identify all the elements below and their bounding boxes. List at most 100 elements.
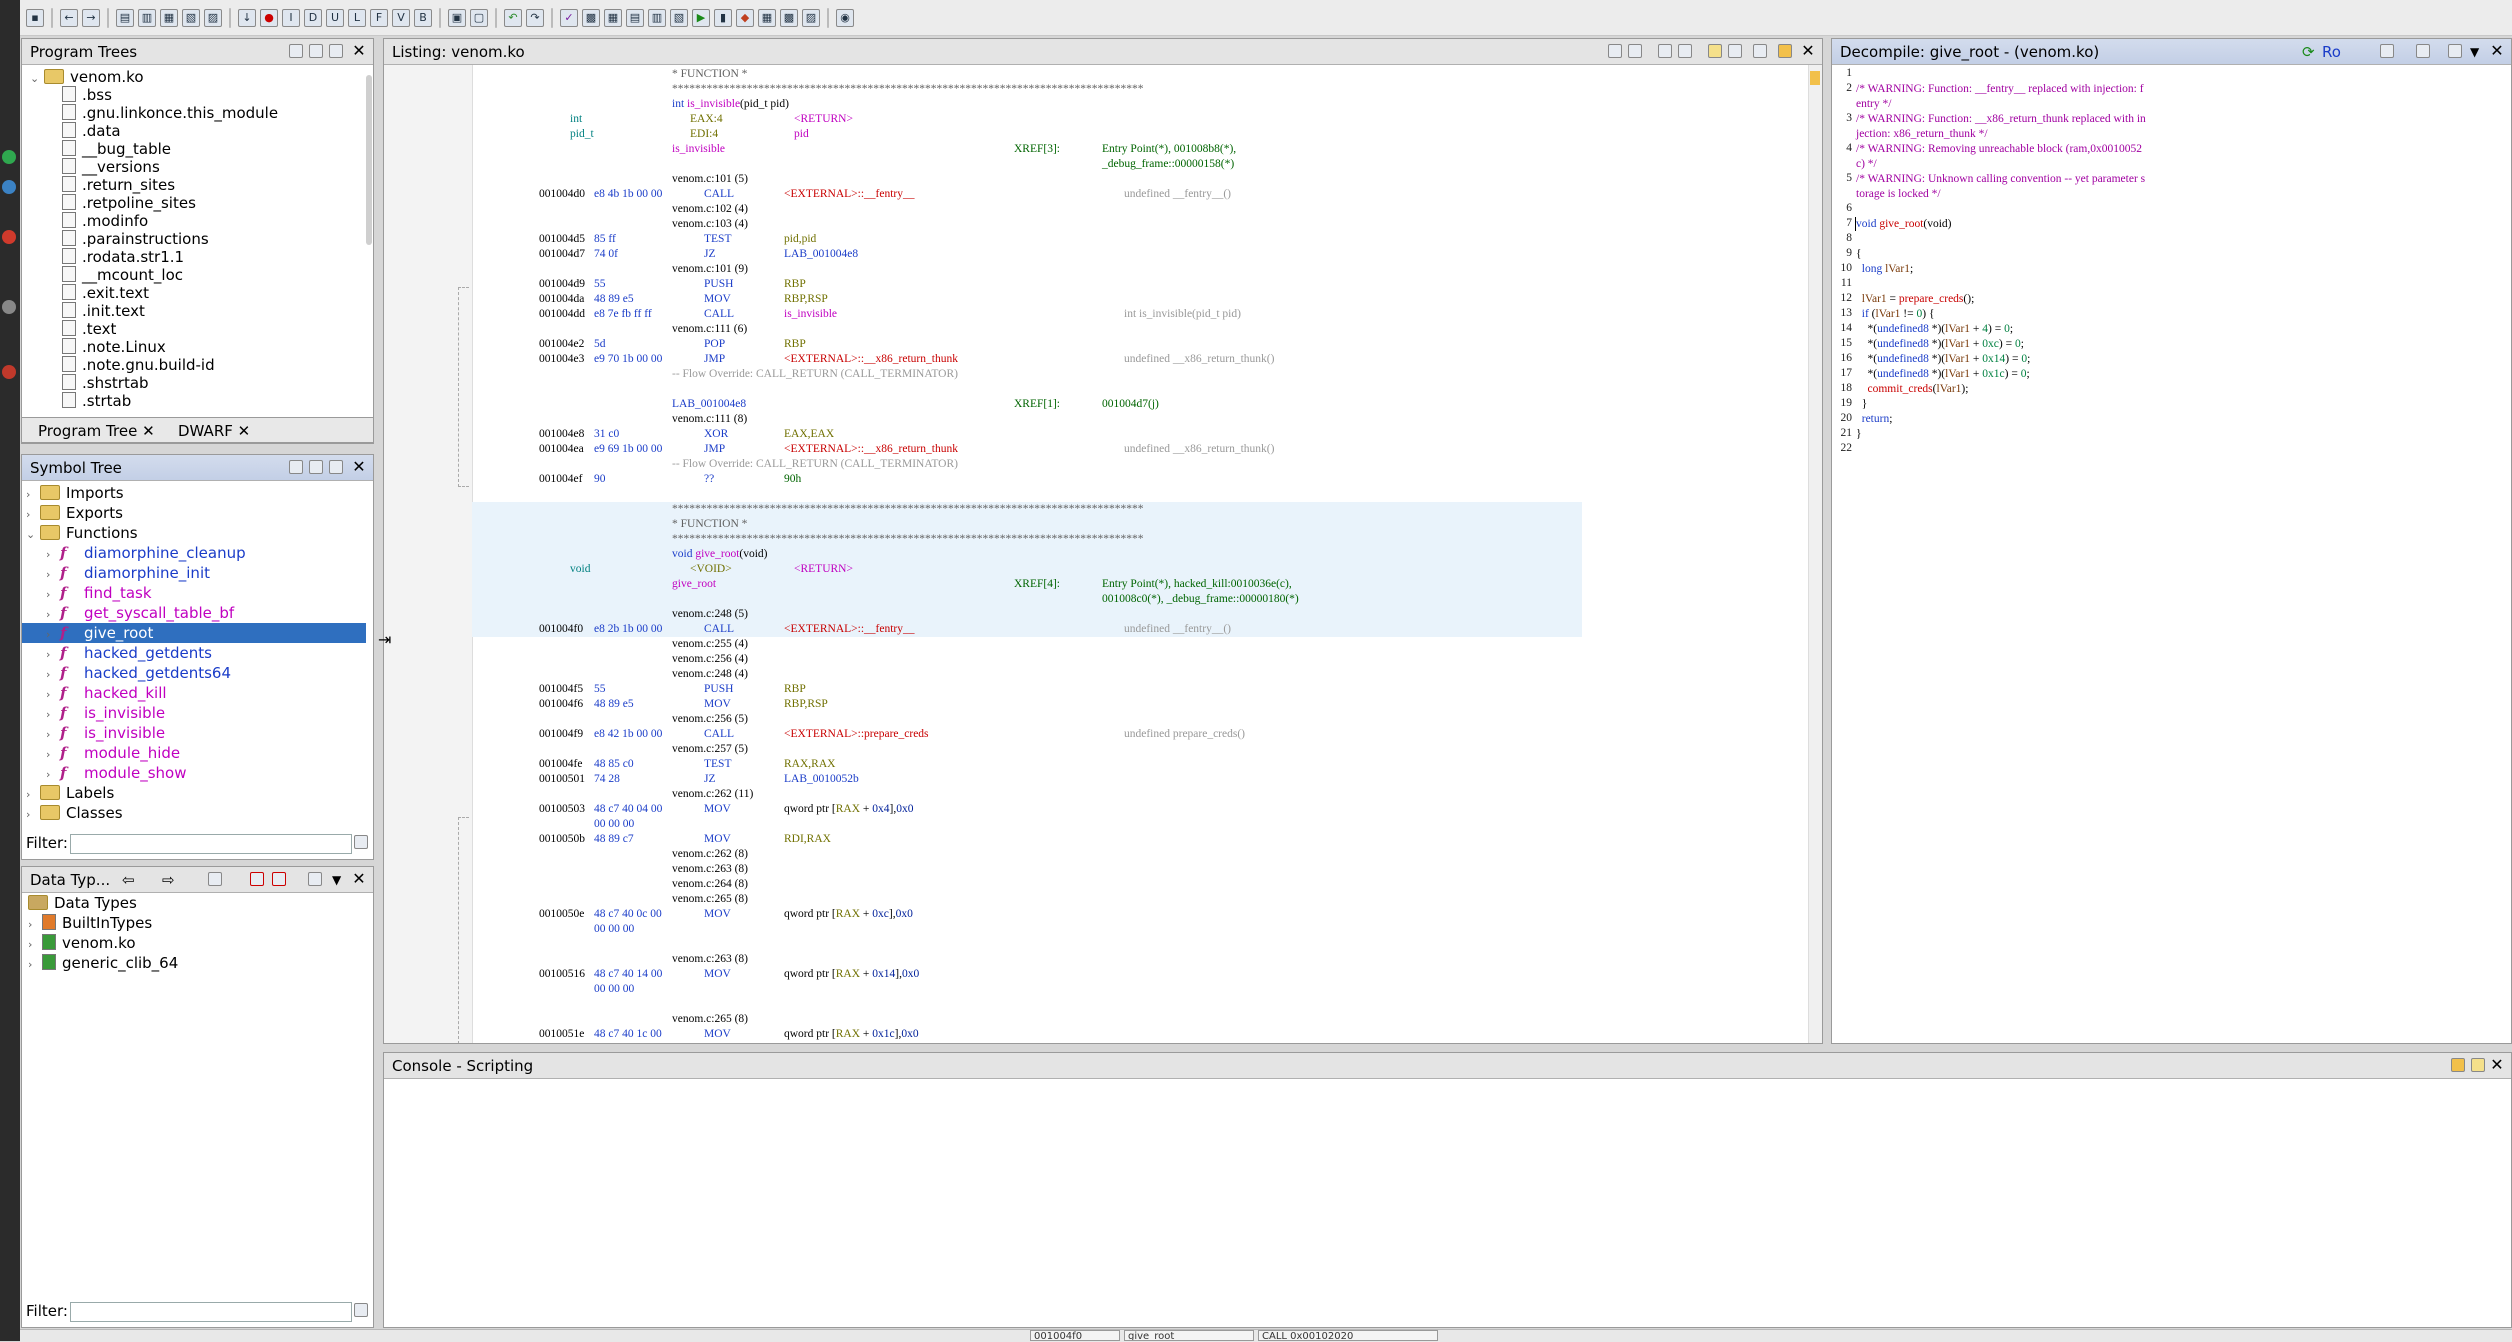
snapshot-icon[interactable] [329, 460, 343, 474]
expand-icon[interactable]: › [46, 685, 60, 705]
code-line[interactable]: jection: x86_return_thunk */ [1856, 127, 1988, 141]
expand-icon[interactable]: › [46, 645, 60, 665]
create-namespace-icon[interactable] [289, 460, 303, 474]
expand-icon[interactable]: › [28, 915, 42, 935]
layout-icon[interactable] [1658, 44, 1672, 58]
close-icon[interactable]: ✕ [238, 422, 251, 440]
stop-icon[interactable]: ● [260, 8, 278, 27]
listing-body[interactable]: * FUNCTION * ****************************… [384, 65, 1804, 1043]
code-line[interactable]: *(undefined8 *)(lVar1 + 0xc) = 0; [1856, 337, 2024, 351]
field-edit-icon[interactable] [1678, 44, 1692, 58]
expand-icon[interactable]: › [46, 705, 60, 725]
nav-icon[interactable]: ▧ [182, 8, 200, 27]
filter-off-icon[interactable] [272, 872, 286, 886]
instruction-icon[interactable]: I [282, 8, 300, 27]
function-item[interactable]: › f module_hide [22, 743, 366, 763]
function-item[interactable]: › f module_show [22, 763, 366, 783]
function-item[interactable]: › f find_task [22, 583, 366, 603]
snapshot-icon[interactable] [1753, 44, 1767, 58]
function-item[interactable]: › f diamorphine_cleanup [22, 543, 366, 563]
filter-options-icon[interactable] [354, 835, 368, 849]
b-icon[interactable]: B [414, 8, 432, 27]
expand-icon[interactable]: ⌄ [30, 69, 44, 89]
collapse-icon[interactable] [308, 872, 322, 886]
dock-app-icon[interactable] [2, 230, 16, 244]
symbol-group[interactable]: › Classes [26, 803, 123, 823]
tree-item[interactable]: .gnu.linkonce.this_module [62, 103, 278, 123]
back-icon[interactable]: ← [60, 8, 78, 27]
tree-item[interactable]: .retpoline_sites [62, 193, 196, 213]
data-type-item[interactable]: › venom.ko [28, 933, 136, 953]
expand-icon[interactable]: › [26, 505, 40, 525]
diff-icon[interactable] [1728, 44, 1742, 58]
tree-item[interactable]: .shstrtab [62, 373, 149, 393]
code-line[interactable]: { [1856, 247, 1862, 261]
read-only-link[interactable]: Ro [2322, 39, 2341, 64]
function-item[interactable]: › f diamorphine_init [22, 563, 366, 583]
dock-app-icon[interactable] [2, 180, 16, 194]
open-folder-icon[interactable] [309, 44, 323, 58]
grid-icon[interactable]: ▩ [780, 8, 798, 27]
check-icon[interactable]: ✓ [560, 8, 578, 27]
save-icon[interactable]: ▪ [26, 8, 44, 27]
function-item[interactable]: › f give_root [22, 623, 366, 643]
expand-icon[interactable]: › [26, 805, 40, 825]
dock-app-icon[interactable] [2, 300, 16, 314]
close-icon[interactable]: ✕ [142, 422, 155, 440]
tree-item[interactable]: .note.Linux [62, 337, 166, 357]
menu-dropdown-icon[interactable]: ▼ [2470, 39, 2479, 64]
code-line[interactable]: } [1856, 427, 1862, 441]
code-line[interactable]: entry */ [1856, 97, 1891, 111]
function-name[interactable]: give_root [695, 548, 739, 560]
snapshot-icon[interactable] [2448, 44, 2462, 58]
copy-icon[interactable] [2380, 44, 2394, 58]
filter-options-icon[interactable] [354, 1303, 368, 1317]
close-icon[interactable]: ✕ [2489, 43, 2505, 59]
bookmark-icon[interactable]: ▤ [116, 8, 134, 27]
tree-item[interactable]: .parainstructions [62, 229, 209, 249]
data-icon[interactable]: D [304, 8, 322, 27]
export-icon[interactable] [2416, 44, 2430, 58]
dock-app-icon[interactable] [2, 150, 16, 164]
close-icon[interactable]: ✕ [1800, 43, 1816, 59]
expand-icon[interactable]: › [46, 725, 60, 745]
expand-icon[interactable]: › [26, 785, 40, 805]
expand-icon[interactable]: › [26, 485, 40, 505]
code-line[interactable]: torage is locked */ [1856, 187, 1941, 201]
tree-item[interactable]: __versions [62, 157, 160, 177]
back-arrow-icon[interactable]: ⇦ [122, 867, 135, 892]
create-class-icon[interactable] [309, 460, 323, 474]
vertical-scrollbar[interactable] [366, 75, 372, 245]
expand-icon[interactable]: › [46, 745, 60, 765]
terminal-icon[interactable]: ▮ [714, 8, 732, 27]
code-line[interactable]: return; [1856, 412, 1893, 426]
tree-item[interactable]: .return_sites [62, 175, 175, 195]
lock-icon[interactable] [2451, 1058, 2465, 1072]
code-line[interactable]: void give_root(void) [1856, 217, 1952, 231]
undo-icon[interactable]: ↶ [504, 8, 522, 27]
diamond-icon[interactable]: ◆ [736, 8, 754, 27]
graph-icon[interactable]: ▦ [604, 8, 622, 27]
close-icon[interactable]: ✕ [2489, 1057, 2505, 1073]
tab-program-tree[interactable]: Program Tree ✕ [38, 418, 155, 444]
code-line[interactable]: } [1856, 397, 1868, 411]
code-line[interactable]: lVar1 = prepare_creds(); [1856, 292, 1975, 306]
function-item[interactable]: › f hacked_getdents64 [22, 663, 366, 683]
menu-dropdown-icon[interactable]: ▼ [332, 867, 341, 892]
function-item[interactable]: › f is_invisible [22, 703, 366, 723]
tree-item[interactable]: .bss [62, 85, 112, 105]
tree-item[interactable]: .strtab [62, 391, 131, 411]
expand-icon[interactable]: › [28, 955, 42, 975]
datatype-filter-input[interactable] [70, 1302, 352, 1322]
data-type-item[interactable]: › generic_clib_64 [28, 953, 178, 973]
tree-root[interactable]: ⌄ venom.ko [30, 67, 144, 87]
clear-icon[interactable] [2471, 1058, 2485, 1072]
code-line[interactable]: c) */ [1856, 157, 1877, 171]
label-icon[interactable]: L [348, 8, 366, 27]
tree-item[interactable]: .text [62, 319, 116, 339]
function-item[interactable]: › f hacked_kill [22, 683, 366, 703]
code-line[interactable]: commit_creds(lVar1); [1856, 382, 1969, 396]
listing-scrollbar[interactable] [1808, 65, 1822, 1043]
expand-icon[interactable]: › [46, 585, 60, 605]
v-icon[interactable]: V [392, 8, 410, 27]
